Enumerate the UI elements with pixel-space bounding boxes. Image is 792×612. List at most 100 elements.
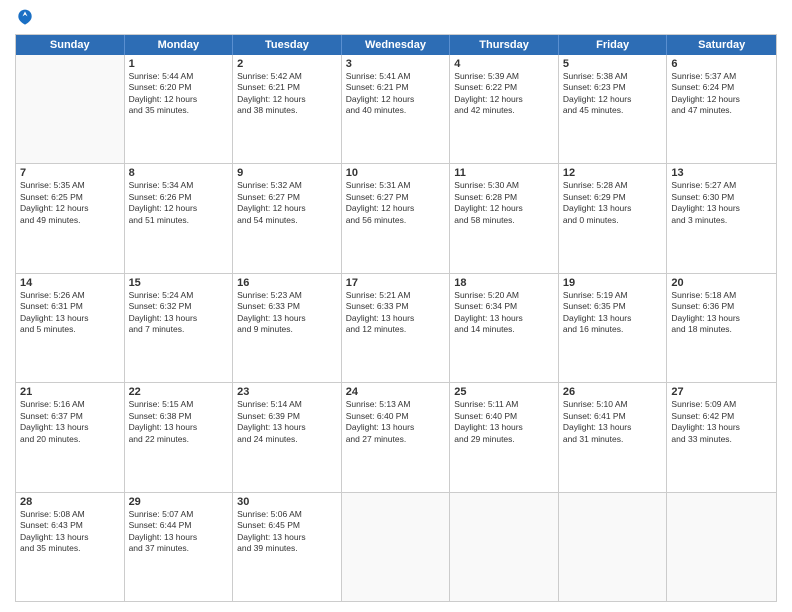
calendar-cell-6: 6Sunrise: 5:37 AM Sunset: 6:24 PM Daylig… [667, 55, 776, 163]
day-info: Sunrise: 5:44 AM Sunset: 6:20 PM Dayligh… [129, 71, 229, 117]
day-number: 15 [129, 277, 229, 289]
calendar-cell-13: 13Sunrise: 5:27 AM Sunset: 6:30 PM Dayli… [667, 164, 776, 272]
day-info: Sunrise: 5:35 AM Sunset: 6:25 PM Dayligh… [20, 180, 120, 226]
calendar-cell-29: 29Sunrise: 5:07 AM Sunset: 6:44 PM Dayli… [125, 493, 234, 601]
calendar-cell-empty [450, 493, 559, 601]
calendar-cell-2: 2Sunrise: 5:42 AM Sunset: 6:21 PM Daylig… [233, 55, 342, 163]
day-number: 24 [346, 386, 446, 398]
day-number: 10 [346, 167, 446, 179]
day-number: 5 [563, 58, 663, 70]
day-number: 28 [20, 496, 120, 508]
day-info: Sunrise: 5:20 AM Sunset: 6:34 PM Dayligh… [454, 290, 554, 336]
day-number: 3 [346, 58, 446, 70]
day-number: 13 [671, 167, 772, 179]
calendar-cell-25: 25Sunrise: 5:11 AM Sunset: 6:40 PM Dayli… [450, 383, 559, 491]
day-info: Sunrise: 5:13 AM Sunset: 6:40 PM Dayligh… [346, 399, 446, 445]
day-info: Sunrise: 5:21 AM Sunset: 6:33 PM Dayligh… [346, 290, 446, 336]
header [15, 10, 777, 28]
day-number: 20 [671, 277, 772, 289]
day-info: Sunrise: 5:06 AM Sunset: 6:45 PM Dayligh… [237, 509, 337, 555]
day-info: Sunrise: 5:39 AM Sunset: 6:22 PM Dayligh… [454, 71, 554, 117]
day-info: Sunrise: 5:08 AM Sunset: 6:43 PM Dayligh… [20, 509, 120, 555]
day-info: Sunrise: 5:30 AM Sunset: 6:28 PM Dayligh… [454, 180, 554, 226]
logo [15, 10, 39, 28]
calendar-cell-20: 20Sunrise: 5:18 AM Sunset: 6:36 PM Dayli… [667, 274, 776, 382]
calendar-cell-15: 15Sunrise: 5:24 AM Sunset: 6:32 PM Dayli… [125, 274, 234, 382]
weekday-header-thursday: Thursday [450, 35, 559, 55]
day-number: 11 [454, 167, 554, 179]
day-number: 4 [454, 58, 554, 70]
day-info: Sunrise: 5:27 AM Sunset: 6:30 PM Dayligh… [671, 180, 772, 226]
day-number: 27 [671, 386, 772, 398]
calendar-row-1: 1Sunrise: 5:44 AM Sunset: 6:20 PM Daylig… [16, 55, 776, 164]
day-info: Sunrise: 5:11 AM Sunset: 6:40 PM Dayligh… [454, 399, 554, 445]
calendar-row-2: 7Sunrise: 5:35 AM Sunset: 6:25 PM Daylig… [16, 164, 776, 273]
day-info: Sunrise: 5:38 AM Sunset: 6:23 PM Dayligh… [563, 71, 663, 117]
calendar-cell-14: 14Sunrise: 5:26 AM Sunset: 6:31 PM Dayli… [16, 274, 125, 382]
day-number: 26 [563, 386, 663, 398]
calendar-cell-16: 16Sunrise: 5:23 AM Sunset: 6:33 PM Dayli… [233, 274, 342, 382]
day-number: 21 [20, 386, 120, 398]
calendar-cell-empty [16, 55, 125, 163]
calendar-cell-5: 5Sunrise: 5:38 AM Sunset: 6:23 PM Daylig… [559, 55, 668, 163]
day-info: Sunrise: 5:26 AM Sunset: 6:31 PM Dayligh… [20, 290, 120, 336]
calendar-row-4: 21Sunrise: 5:16 AM Sunset: 6:37 PM Dayli… [16, 383, 776, 492]
day-info: Sunrise: 5:32 AM Sunset: 6:27 PM Dayligh… [237, 180, 337, 226]
weekday-header-wednesday: Wednesday [342, 35, 451, 55]
calendar-cell-27: 27Sunrise: 5:09 AM Sunset: 6:42 PM Dayli… [667, 383, 776, 491]
day-info: Sunrise: 5:10 AM Sunset: 6:41 PM Dayligh… [563, 399, 663, 445]
calendar-cell-11: 11Sunrise: 5:30 AM Sunset: 6:28 PM Dayli… [450, 164, 559, 272]
calendar-cell-7: 7Sunrise: 5:35 AM Sunset: 6:25 PM Daylig… [16, 164, 125, 272]
day-number: 14 [20, 277, 120, 289]
calendar-cell-17: 17Sunrise: 5:21 AM Sunset: 6:33 PM Dayli… [342, 274, 451, 382]
page: SundayMondayTuesdayWednesdayThursdayFrid… [0, 0, 792, 612]
day-info: Sunrise: 5:42 AM Sunset: 6:21 PM Dayligh… [237, 71, 337, 117]
day-info: Sunrise: 5:14 AM Sunset: 6:39 PM Dayligh… [237, 399, 337, 445]
calendar-cell-empty [559, 493, 668, 601]
calendar-cell-21: 21Sunrise: 5:16 AM Sunset: 6:37 PM Dayli… [16, 383, 125, 491]
calendar-cell-8: 8Sunrise: 5:34 AM Sunset: 6:26 PM Daylig… [125, 164, 234, 272]
day-number: 25 [454, 386, 554, 398]
day-number: 18 [454, 277, 554, 289]
day-info: Sunrise: 5:07 AM Sunset: 6:44 PM Dayligh… [129, 509, 229, 555]
logo-icon [15, 8, 35, 28]
calendar-header: SundayMondayTuesdayWednesdayThursdayFrid… [16, 35, 776, 55]
day-number: 19 [563, 277, 663, 289]
day-number: 16 [237, 277, 337, 289]
calendar-cell-24: 24Sunrise: 5:13 AM Sunset: 6:40 PM Dayli… [342, 383, 451, 491]
calendar-cell-22: 22Sunrise: 5:15 AM Sunset: 6:38 PM Dayli… [125, 383, 234, 491]
day-number: 8 [129, 167, 229, 179]
weekday-header-monday: Monday [125, 35, 234, 55]
day-info: Sunrise: 5:31 AM Sunset: 6:27 PM Dayligh… [346, 180, 446, 226]
day-info: Sunrise: 5:15 AM Sunset: 6:38 PM Dayligh… [129, 399, 229, 445]
calendar-cell-26: 26Sunrise: 5:10 AM Sunset: 6:41 PM Dayli… [559, 383, 668, 491]
calendar-cell-30: 30Sunrise: 5:06 AM Sunset: 6:45 PM Dayli… [233, 493, 342, 601]
day-info: Sunrise: 5:41 AM Sunset: 6:21 PM Dayligh… [346, 71, 446, 117]
day-info: Sunrise: 5:37 AM Sunset: 6:24 PM Dayligh… [671, 71, 772, 117]
calendar-cell-10: 10Sunrise: 5:31 AM Sunset: 6:27 PM Dayli… [342, 164, 451, 272]
day-info: Sunrise: 5:28 AM Sunset: 6:29 PM Dayligh… [563, 180, 663, 226]
calendar-cell-empty [342, 493, 451, 601]
weekday-header-sunday: Sunday [16, 35, 125, 55]
calendar-cell-9: 9Sunrise: 5:32 AM Sunset: 6:27 PM Daylig… [233, 164, 342, 272]
weekday-header-tuesday: Tuesday [233, 35, 342, 55]
weekday-header-friday: Friday [559, 35, 668, 55]
calendar: SundayMondayTuesdayWednesdayThursdayFrid… [15, 34, 777, 602]
day-info: Sunrise: 5:18 AM Sunset: 6:36 PM Dayligh… [671, 290, 772, 336]
weekday-header-saturday: Saturday [667, 35, 776, 55]
calendar-cell-4: 4Sunrise: 5:39 AM Sunset: 6:22 PM Daylig… [450, 55, 559, 163]
calendar-row-3: 14Sunrise: 5:26 AM Sunset: 6:31 PM Dayli… [16, 274, 776, 383]
calendar-body: 1Sunrise: 5:44 AM Sunset: 6:20 PM Daylig… [16, 55, 776, 601]
day-number: 2 [237, 58, 337, 70]
calendar-cell-3: 3Sunrise: 5:41 AM Sunset: 6:21 PM Daylig… [342, 55, 451, 163]
calendar-cell-empty [667, 493, 776, 601]
day-number: 9 [237, 167, 337, 179]
day-number: 6 [671, 58, 772, 70]
day-number: 29 [129, 496, 229, 508]
day-info: Sunrise: 5:23 AM Sunset: 6:33 PM Dayligh… [237, 290, 337, 336]
day-number: 23 [237, 386, 337, 398]
day-number: 12 [563, 167, 663, 179]
day-number: 1 [129, 58, 229, 70]
day-info: Sunrise: 5:19 AM Sunset: 6:35 PM Dayligh… [563, 290, 663, 336]
day-number: 7 [20, 167, 120, 179]
